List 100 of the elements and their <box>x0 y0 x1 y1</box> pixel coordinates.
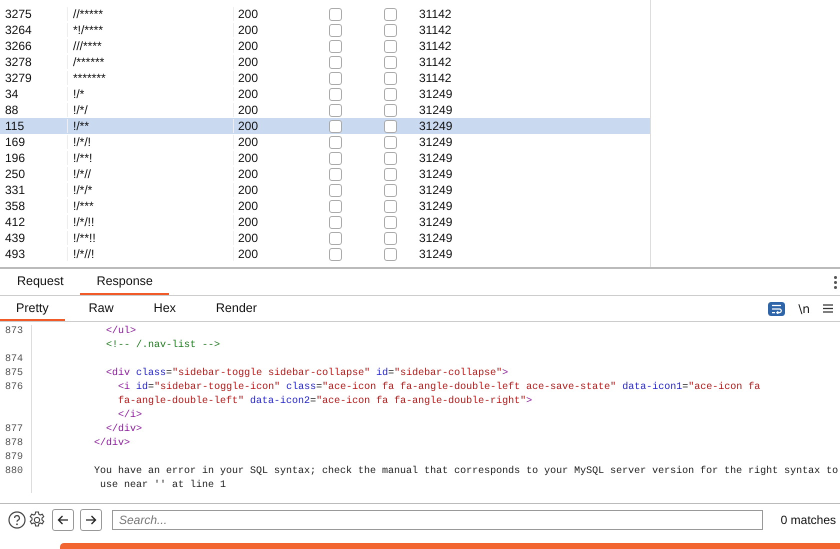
checkbox[interactable] <box>384 200 397 212</box>
table-row[interactable]: 169 !/*/! 200 31249 <box>0 134 650 150</box>
line-number: 879 <box>5 452 24 463</box>
table-row[interactable]: 34 !/* 200 31249 <box>0 86 650 102</box>
table-row[interactable]: 3264 *!/**** 200 31142 <box>0 22 650 38</box>
checkbox[interactable] <box>384 24 397 36</box>
table-cell-text: 31249 <box>418 87 452 101</box>
checkbox[interactable] <box>329 168 342 180</box>
tab[interactable]: Hex <box>138 296 192 321</box>
table-row[interactable]: 358 !/*** 200 31249 <box>0 198 650 214</box>
checkbox[interactable] <box>329 120 342 132</box>
checkbox[interactable] <box>384 216 397 228</box>
table-cell-text: 31249 <box>418 231 452 245</box>
tab[interactable]: Render <box>200 296 273 321</box>
forward-button[interactable] <box>80 509 102 531</box>
tab[interactable]: Response <box>80 269 169 295</box>
code-line: use near '' at line 1 <box>99 480 226 491</box>
table-cell-text: 31142 <box>418 55 452 69</box>
word-wrap-icon[interactable] <box>768 302 786 316</box>
checkbox[interactable] <box>329 216 342 228</box>
table-cell: 3278 <box>0 55 68 69</box>
table-cell-text: 200 <box>237 87 260 101</box>
menu-icon[interactable] <box>823 304 833 313</box>
table-cell: *!/**** <box>68 23 234 37</box>
table-cell-text: 31142 <box>418 39 452 53</box>
table-cell: 412 <box>0 215 68 229</box>
checkbox[interactable] <box>384 8 397 20</box>
checkbox[interactable] <box>329 8 342 20</box>
table-cell-text: 31249 <box>418 247 452 261</box>
table-cell-text: 31249 <box>418 215 452 229</box>
checkbox[interactable] <box>329 232 342 244</box>
checkbox[interactable] <box>384 104 397 116</box>
table-row[interactable]: 493 !/*//! 200 31249 <box>0 246 650 262</box>
line-number: 873 <box>5 326 24 337</box>
table-cell-text: 31249 <box>418 199 452 213</box>
tab[interactable]: Request <box>0 269 80 295</box>
table-row[interactable]: 88 !/*/ 200 31249 <box>0 102 650 118</box>
checkbox[interactable] <box>329 24 342 36</box>
checkbox[interactable] <box>329 200 342 212</box>
checkbox[interactable] <box>329 88 342 100</box>
table-row[interactable]: 250 !/*// 200 31249 <box>0 166 650 182</box>
table-row[interactable]: 196 !/**! 200 31249 <box>0 150 650 166</box>
search-field[interactable]: Search... <box>112 510 763 530</box>
line-number: 878 <box>5 438 24 449</box>
checkbox[interactable] <box>329 152 342 164</box>
table-cell-text: 200 <box>237 71 260 85</box>
code-line: </div> <box>105 424 142 435</box>
table-cell: 3275 <box>0 7 68 21</box>
table-cell-text: 200 <box>237 199 260 213</box>
checkbox[interactable] <box>329 136 342 148</box>
checkbox[interactable] <box>384 120 397 132</box>
checkbox[interactable] <box>384 168 397 180</box>
right-arrow-icon <box>85 515 97 525</box>
table-row[interactable]: 412 !/*/!! 200 31249 <box>0 214 650 230</box>
checkbox[interactable] <box>329 248 342 260</box>
table-cell: 115 <box>0 119 68 133</box>
table-cell-text: 200 <box>237 55 260 69</box>
back-button[interactable] <box>52 509 74 531</box>
table-row[interactable]: 3275 //***** 200 31142 <box>0 6 650 22</box>
checkbox[interactable] <box>384 56 397 68</box>
tab[interactable]: Raw <box>72 296 130 321</box>
code-line: <!-- /.nav-list --> <box>105 340 220 351</box>
table-row[interactable]: 3278 /****** 200 31142 <box>0 54 650 70</box>
checkbox[interactable] <box>384 40 397 52</box>
table-cell: !/**!! <box>68 231 234 245</box>
table-cell: //***** <box>68 7 234 21</box>
table-cell: 169 <box>0 135 68 149</box>
checkbox[interactable] <box>384 232 397 244</box>
table-row[interactable]: 439 !/**!! 200 31249 <box>0 230 650 246</box>
checkbox[interactable] <box>329 56 342 68</box>
table-row[interactable]: 3266 ///**** 200 31142 <box>0 38 650 54</box>
table-cell: 3266 <box>0 39 68 53</box>
checkbox[interactable] <box>384 72 397 84</box>
help-icon[interactable] <box>8 511 26 529</box>
checkbox[interactable] <box>329 72 342 84</box>
table-row[interactable]: 331 !/*/* 200 31249 <box>0 182 650 198</box>
table-cell-text: 200 <box>237 183 260 197</box>
table-row[interactable]: 115 !/** 200 31249 <box>0 118 650 134</box>
checkbox[interactable] <box>384 248 397 260</box>
table-cell: 34 <box>0 87 68 101</box>
table-cell: 196 <box>0 151 68 165</box>
table-row[interactable]: 3279 ******* 200 31142 <box>0 70 650 86</box>
checkbox[interactable] <box>329 40 342 52</box>
tab[interactable]: Pretty <box>0 296 65 321</box>
table-cell: !/*// <box>68 167 234 181</box>
settings-icon[interactable] <box>28 511 46 529</box>
code-line: <div class="sidebar-toggle sidebar-collapse" id="sidebar-collapse"> <box>105 368 508 379</box>
table-cell-text: 31249 <box>418 183 452 197</box>
code-line: <i id="sidebar-toggle-icon" class="ace-icon fa fa-angle-double-left ace-save-state" data-icon1="ace-icon fa <box>117 382 760 393</box>
checkbox[interactable] <box>384 184 397 196</box>
checkbox[interactable] <box>329 104 342 116</box>
table-cell: !/** <box>68 119 234 133</box>
checkbox[interactable] <box>384 136 397 148</box>
table-cell: !/*/! <box>68 135 234 149</box>
checkbox[interactable] <box>384 88 397 100</box>
table-cell-text: 31142 <box>418 71 452 85</box>
line-number: 876 <box>5 382 24 393</box>
checkbox[interactable] <box>384 152 397 164</box>
newline-toggle[interactable]: \n <box>798 302 810 316</box>
checkbox[interactable] <box>329 184 342 196</box>
